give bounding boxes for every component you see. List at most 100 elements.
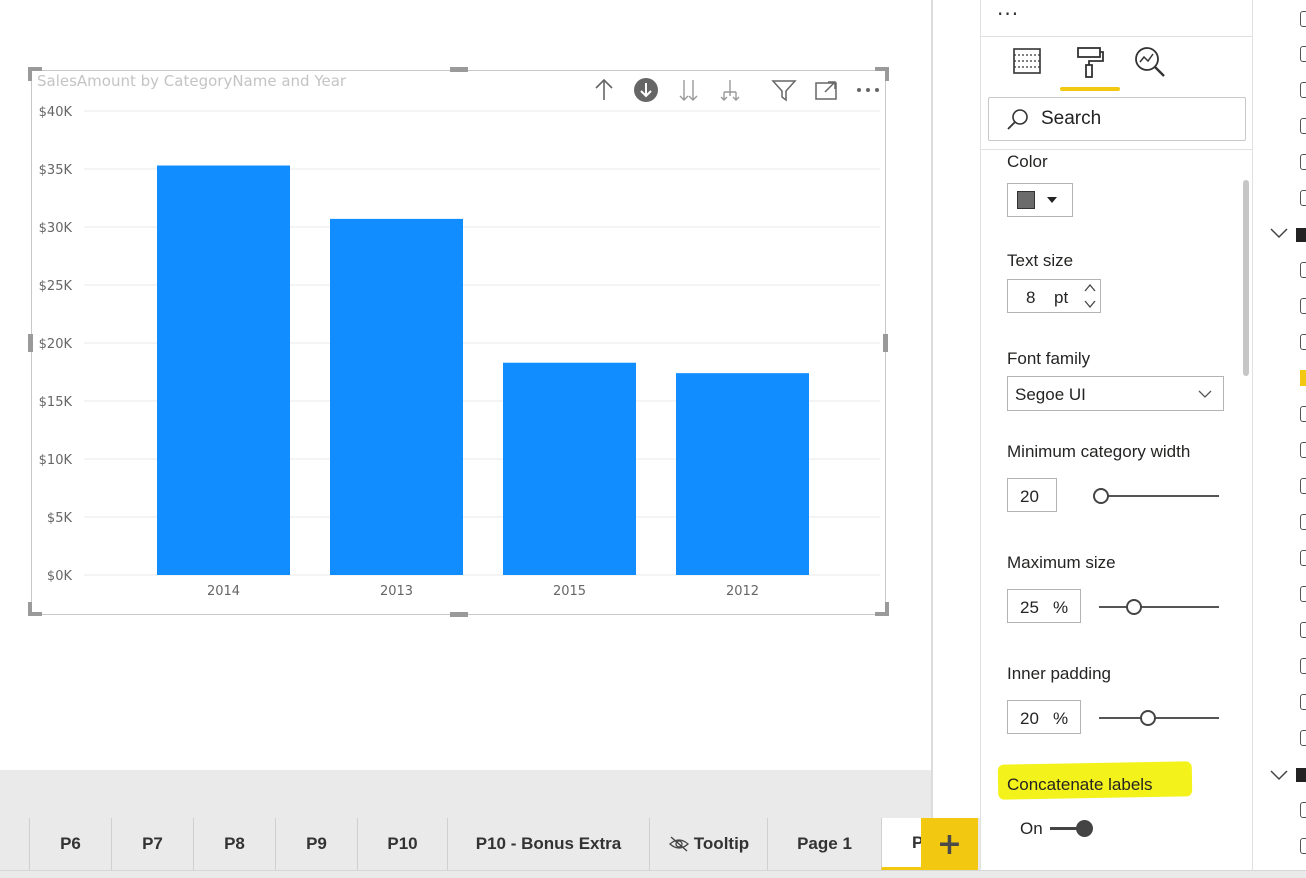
page-tab-label: Tooltip [693,834,750,853]
concatenate-labels-toggle[interactable] [1050,818,1096,838]
max-size-input[interactable]: 25 % [1007,589,1081,623]
page-tab-label: P10 [387,834,418,853]
bar-2013[interactable] [330,218,463,575]
analytics-tab-icon[interactable] [1132,44,1176,88]
concatenate-labels-label: Concatenate labels [1007,775,1153,794]
page-tab-p10-bonus-extra[interactable]: P10 - Bonus Extra [447,818,649,870]
text-size-unit: pt [1054,288,1069,307]
y-tick-label: $0K [47,569,73,584]
field-checkbox[interactable] [1300,406,1306,422]
x-tick-label: 2014 [207,584,240,599]
field-checkbox[interactable] [1300,802,1306,818]
max-size-label: Maximum size [1007,553,1116,572]
bar-2014[interactable] [157,165,290,575]
field-checkbox[interactable] [1300,838,1306,854]
bar-2015[interactable] [503,362,636,575]
field-checkbox[interactable] [1300,334,1306,350]
field-checkbox[interactable] [1300,154,1306,170]
inner-padding-value: 20 [1020,709,1039,728]
field-checkbox[interactable] [1300,82,1306,98]
page-tab-p7[interactable]: P7 [111,818,193,870]
field-checkbox[interactable] [1300,694,1306,710]
inner-padding-slider-knob[interactable] [1140,710,1156,726]
active-tab-indicator [1060,87,1120,91]
fields-list [1252,0,1306,878]
inner-padding-slider-track[interactable] [1099,717,1219,719]
max-size-value: 25 [1020,598,1039,617]
color-swatch [1017,191,1035,209]
page-tab-label: P8 [224,834,245,853]
fields-tab-icon[interactable] [1009,44,1053,88]
chevron-down-icon[interactable] [1084,299,1096,309]
format-paint-roller-icon[interactable] [1072,44,1116,88]
chart-plot-area: $0K $5K $10K $15K $20K $25K $30K $35K $40K 2014 20… [39,105,880,599]
page-tab-p6[interactable]: P6 [29,818,111,870]
min-category-width-slider-knob[interactable] [1093,488,1109,504]
text-size-stepper[interactable]: 8 pt [1007,279,1101,313]
pane-more-icon[interactable]: ··· [997,2,1019,26]
canvas-background [0,770,931,818]
field-checkbox[interactable] [1300,658,1306,674]
page-tab-label: Page 1 [797,834,852,853]
color-label: Color [1007,152,1048,171]
y-tick-label: $40K [39,105,73,120]
max-size-slider-track[interactable] [1099,606,1219,608]
concatenate-toggle-state: On [1020,819,1043,838]
chevron-down-icon[interactable] [1270,766,1288,785]
search-icon [1007,109,1028,130]
chevron-up-icon[interactable] [1084,283,1096,293]
font-family-label: Font family [1007,349,1091,368]
plus-icon: + [936,826,963,862]
page-tab-tooltip[interactable]: Tooltip [649,818,767,870]
pane-gutter [933,0,980,818]
page-tab-label: P [912,833,921,853]
field-checkbox[interactable] [1300,730,1306,746]
field-checkbox[interactable] [1300,262,1306,278]
field-checkbox[interactable] [1300,478,1306,494]
field-checkbox[interactable] [1300,46,1306,62]
y-tick-label: $30K [39,221,73,236]
min-category-width-input[interactable]: 20 [1007,478,1057,512]
page-tab-p10[interactable]: P10 [357,818,447,870]
field-checkbox[interactable] [1300,118,1306,134]
inner-padding-unit: % [1053,709,1069,728]
pane-scrollbar[interactable] [1243,180,1249,376]
page-tab-p9[interactable]: P9 [275,818,357,870]
field-checkbox[interactable] [1300,190,1306,206]
search-input[interactable]: Search [988,97,1246,141]
pane-header: ··· [981,0,1253,37]
hidden-eye-icon [668,836,689,852]
min-category-width-label: Minimum category width [1007,442,1191,461]
y-tick-label: $35K [39,163,73,178]
page-tab-label: P7 [142,834,163,853]
x-tick-label: 2015 [553,584,586,599]
format-pane: ··· Search Color Text size 8 pt Font fam… [980,0,1253,878]
search-placeholder: Search [1041,108,1102,129]
y-tick-label: $10K [39,453,73,468]
inner-padding-input[interactable]: 20 % [1007,700,1081,734]
field-checkbox[interactable] [1300,550,1306,566]
page-tab-p8[interactable]: P8 [193,818,275,870]
font-family-dropdown[interactable]: Segoe UI [1007,376,1224,411]
field-checkbox[interactable] [1300,298,1306,314]
field-checkbox[interactable] [1300,622,1306,638]
page-tab-label: P6 [60,834,81,853]
x-tick-label: 2013 [380,584,413,599]
field-checkbox[interactable] [1300,442,1306,458]
y-tick-label: $5K [47,511,73,526]
page-tab-label: P9 [306,834,327,853]
page-tab-active[interactable]: P [881,818,921,870]
min-category-width-slider-track[interactable] [1099,495,1219,497]
add-page-button[interactable]: + [921,818,978,870]
field-checkbox[interactable] [1300,586,1306,602]
max-size-unit: % [1053,598,1069,617]
chevron-down-icon[interactable] [1270,224,1288,243]
field-checkbox[interactable] [1300,11,1306,27]
page-tab-page-1[interactable]: Page 1 [767,818,881,870]
field-checkbox-checked[interactable] [1300,370,1306,386]
bar-2012[interactable] [676,373,809,575]
max-size-slider-knob[interactable] [1126,599,1142,615]
inner-padding-label: Inner padding [1007,664,1111,683]
color-picker[interactable] [1007,183,1073,217]
field-checkbox[interactable] [1300,514,1306,530]
